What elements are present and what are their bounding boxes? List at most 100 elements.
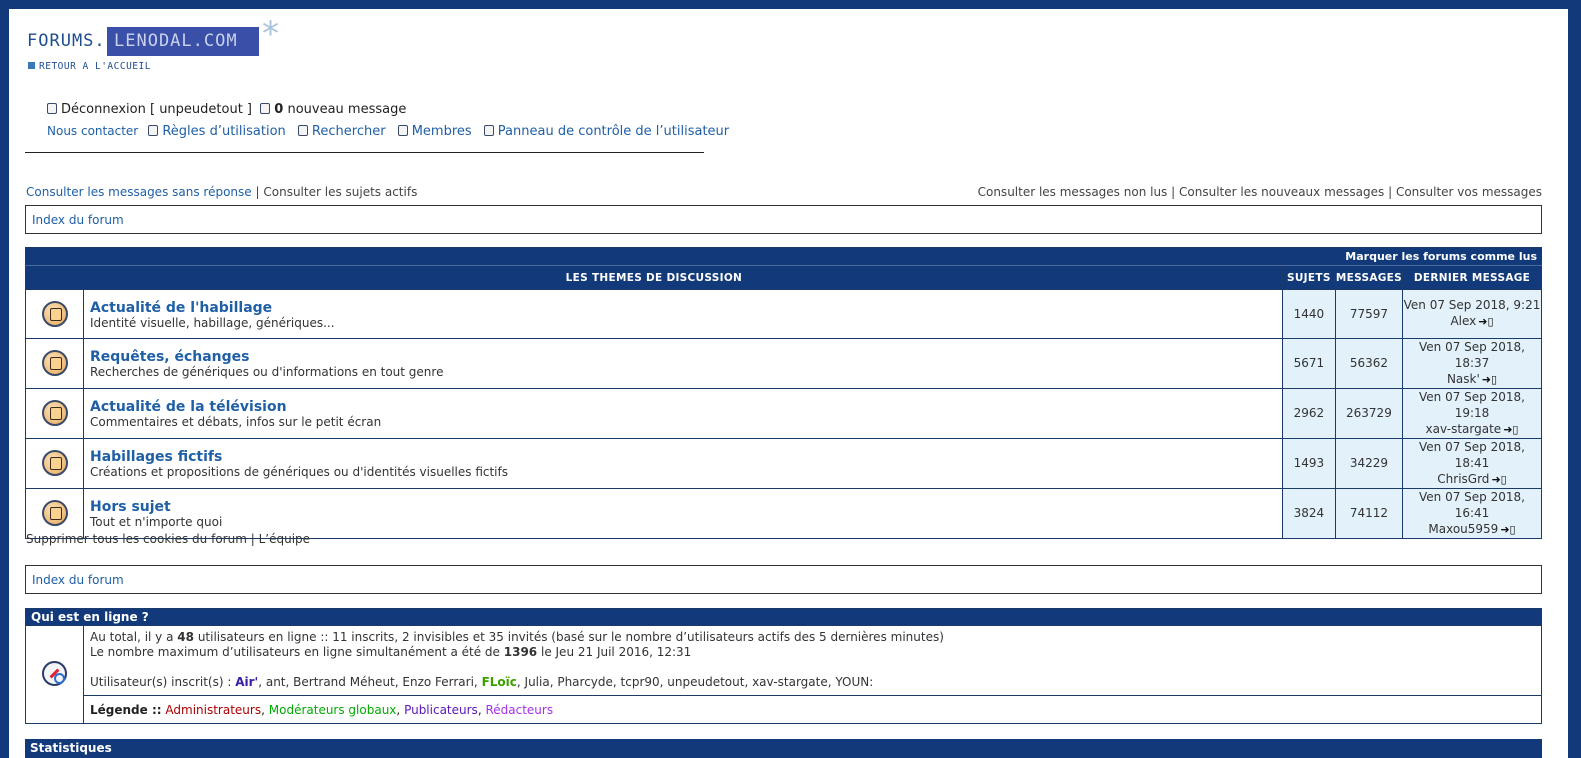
forum-folder-icon (41, 450, 68, 476)
forum-post-count: 34229 (1334, 437, 1404, 489)
forum-folder-icon (41, 400, 68, 426)
separator: | (1388, 185, 1393, 199)
forum-row: Actualité de l'habillage Identité visuell… (25, 289, 1542, 339)
online-user-link[interactable]: FLoïc (482, 675, 517, 689)
delete-cookies-link[interactable]: Supprimer tous les cookies du forum (26, 532, 247, 546)
rules-icon (148, 125, 159, 136)
logout-link[interactable]: Déconnexion [ unpeudetout ] (61, 102, 252, 117)
footer-links: Supprimer tous les cookies du forum | L’… (26, 532, 310, 546)
forum-row: Actualité de la télévision Commentaires e… (25, 387, 1542, 439)
legend-editors-link[interactable]: Rédacteurs (485, 703, 553, 717)
last-post-date: Ven 07 Sep 2018, 19:18 (1419, 389, 1525, 420)
online-user-link[interactable]: Air' (235, 675, 258, 689)
square-bullet-icon (28, 62, 35, 69)
separator: | (250, 532, 255, 546)
forum-post-count: 74112 (1334, 487, 1404, 539)
divider (25, 152, 704, 153)
forum-index-link[interactable]: Index du forum (32, 573, 124, 587)
forum-post-count: 77597 (1334, 289, 1404, 339)
forum-row: Requêtes, échanges Recherches de génériqu… (25, 337, 1542, 389)
unread-link[interactable]: Consulter les messages non lus (978, 185, 1168, 199)
forum-list-table: Marquer les forums comme lus LES THEMES … (25, 247, 1542, 539)
mark-read-link[interactable]: Marquer les forums comme lus (25, 247, 1542, 266)
last-post-date: Ven 07 Sep 2018, 18:37 (1419, 339, 1525, 370)
legend-admins-link[interactable]: Administrateurs (165, 703, 261, 717)
inbox-icon (260, 103, 271, 114)
unanswered-link[interactable]: Consulter les messages sans réponse (26, 185, 252, 199)
forum-title-link[interactable]: Actualité de la télévision (90, 399, 1276, 415)
back-home-label: RETOUR A L'ACCUEIL (39, 61, 151, 72)
goto-last-post-icon[interactable]: ➜▯ (1500, 523, 1515, 536)
who-online-title: Qui est en ligne ? (25, 608, 1542, 626)
main-nav: Nous contacter Règles d’utilisation Rech… (47, 124, 737, 139)
user-bar: Déconnexion [ unpeudetout ] 0 nouveau me… (47, 102, 406, 117)
forum-description: Recherches de génériques ou d'informatio… (90, 365, 444, 379)
team-link[interactable]: L’équipe (259, 532, 310, 546)
goto-last-post-icon[interactable]: ➜▯ (1491, 473, 1506, 486)
online-users-icon (42, 660, 67, 686)
last-post-user[interactable]: ChrisGrd (1437, 472, 1489, 486)
forum-folder-icon (41, 350, 68, 376)
forum-post-count: 56362 (1334, 337, 1404, 389)
back-home-link[interactable]: RETOUR A L'ACCUEIL (28, 61, 151, 72)
forum-index-link[interactable]: Index du forum (32, 213, 124, 227)
col-topics-header: SUJETS (1281, 265, 1336, 290)
last-post-user[interactable]: Alex (1450, 314, 1476, 328)
col-themes-header: LES THEMES DE DISCUSSION (25, 265, 1283, 290)
new-posts-link[interactable]: Consulter les nouveaux messages (1179, 185, 1384, 199)
forum-description: Tout et n'importe quoi (90, 515, 223, 529)
forum-topic-count: 2962 (1281, 387, 1336, 439)
logout-icon (47, 103, 57, 114)
logo-forums-text: FORUMS. (27, 31, 106, 51)
your-posts-link[interactable]: Consulter vos messages (1396, 185, 1542, 199)
separator: | (255, 185, 260, 199)
user-panel-link[interactable]: Panneau de contrôle de l’utilisateur (498, 124, 729, 139)
forum-title-link[interactable]: Habillages fictifs (90, 449, 1276, 465)
legend-moderators-link[interactable]: Modérateurs globaux (269, 703, 397, 717)
forum-folder-icon (41, 500, 68, 526)
forum-post-count: 263729 (1334, 387, 1404, 439)
statistics-header: Statistiques (25, 739, 1542, 758)
last-post-date: Ven 07 Sep 2018, 16:41 (1419, 489, 1525, 520)
forum-title-link[interactable]: Actualité de l'habillage (90, 300, 1276, 316)
search-link[interactable]: Rechercher (312, 124, 386, 139)
new-message-count[interactable]: 0 (274, 102, 283, 117)
last-post-user[interactable]: xav-stargate (1426, 422, 1502, 436)
members-link[interactable]: Membres (412, 124, 472, 139)
who-is-online-table: Qui est en ligne ? Au total, il y a 48 u… (25, 608, 1542, 724)
col-last-header: DERNIER MESSAGE (1402, 265, 1542, 290)
forum-title-link[interactable]: Hors sujet (90, 499, 1276, 515)
new-message-link[interactable]: nouveau message (287, 102, 406, 117)
active-topics-link[interactable]: Consulter les sujets actifs (263, 185, 417, 199)
forum-topic-count: 3824 (1281, 487, 1336, 539)
last-post-user[interactable]: Nask' (1447, 372, 1480, 386)
logo-asterisk-icon: * (262, 14, 279, 54)
breadcrumb-top: Index du forum (25, 205, 1542, 234)
forum-topic-count: 5671 (1281, 337, 1336, 389)
goto-last-post-icon[interactable]: ➜▯ (1503, 423, 1518, 436)
forum-folder-icon (41, 300, 68, 327)
members-icon (397, 125, 408, 136)
last-post-date: Ven 07 Sep 2018, 9:21 (1403, 298, 1541, 313)
forum-description: Créations et propositions de génériques … (90, 465, 508, 479)
user-panel-icon (483, 125, 494, 136)
legend-publishers-link[interactable]: Publicateurs (404, 703, 478, 717)
page: FORUMS. LENODAL.COM * RETOUR A L'ACCUEIL… (9, 9, 1568, 758)
forum-topic-count: 1440 (1281, 289, 1336, 339)
online-stats-text: Au total, il y a 48 utilisateurs en lign… (83, 625, 1542, 696)
goto-last-post-icon[interactable]: ➜▯ (1478, 315, 1493, 328)
logo-domain-text: LENODAL.COM (107, 27, 259, 56)
forum-row: Habillages fictifs Créations et propositi… (25, 437, 1542, 489)
forum-row: Hors sujet Tout et n'importe quoi 3824 74… (25, 487, 1542, 539)
last-post-user[interactable]: Maxou5959 (1428, 522, 1498, 536)
goto-last-post-icon[interactable]: ➜▯ (1482, 373, 1497, 386)
separator: | (1171, 185, 1176, 199)
group-legend: Légende :: Administrateurs, Modérateurs … (83, 695, 1542, 724)
last-post-date: Ven 07 Sep 2018, 18:41 (1419, 439, 1525, 470)
forum-title-link[interactable]: Requêtes, échanges (90, 349, 1276, 365)
contact-link[interactable]: Nous contacter (47, 124, 138, 138)
breadcrumb-bottom: Index du forum (25, 565, 1542, 594)
forum-topic-count: 1493 (1281, 437, 1336, 489)
rules-link[interactable]: Règles d’utilisation (162, 124, 285, 139)
search-icon (297, 125, 308, 136)
